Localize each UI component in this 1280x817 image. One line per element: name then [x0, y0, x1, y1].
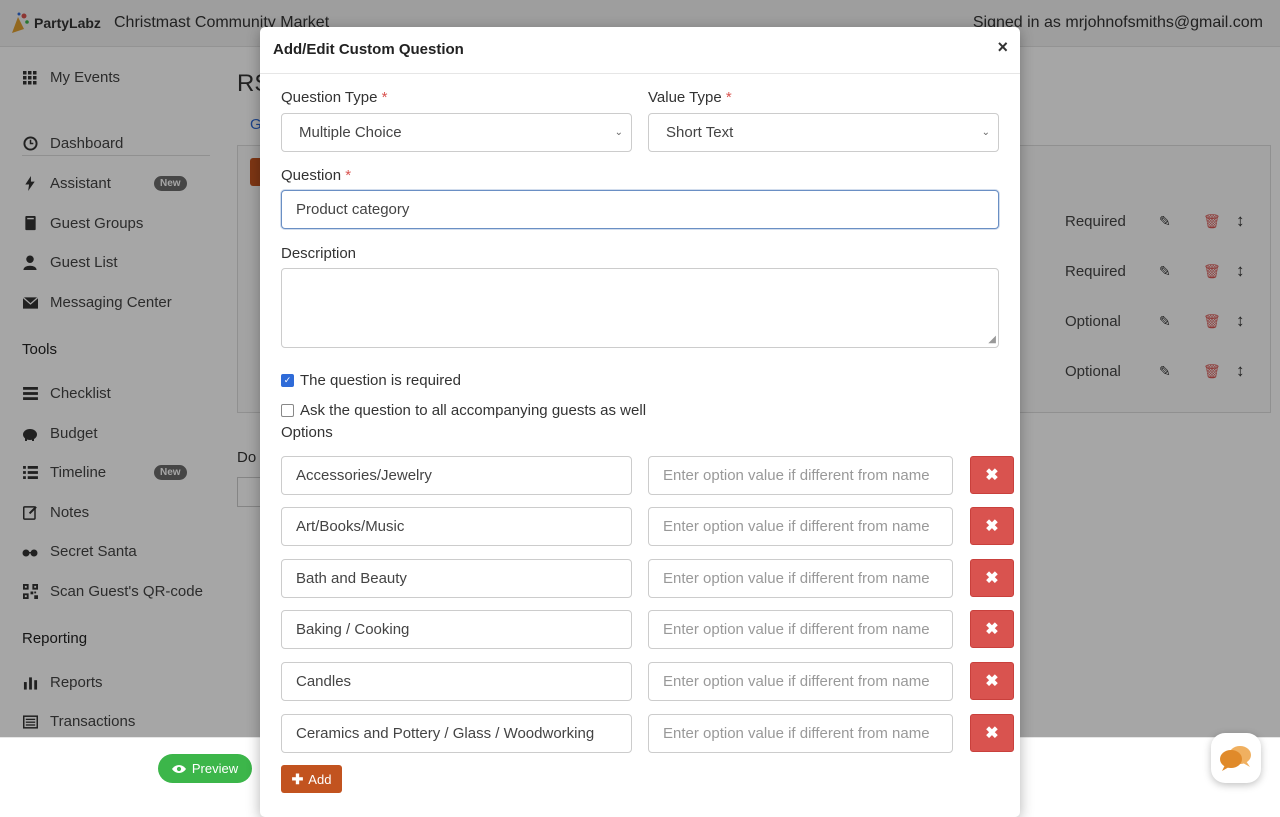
- custom-question-modal: Add/Edit Custom Question × Question Type…: [260, 27, 1020, 817]
- options-label: Options: [281, 424, 333, 441]
- option-name-input[interactable]: Candles: [281, 662, 632, 701]
- required-checkbox-row[interactable]: ✓ The question is required: [281, 372, 461, 389]
- option-value-input[interactable]: Enter option value if different from nam…: [648, 559, 953, 598]
- remove-option-button[interactable]: ✖: [970, 456, 1014, 494]
- option-value-input[interactable]: Enter option value if different from nam…: [648, 610, 953, 649]
- required-checkbox[interactable]: ✓: [281, 374, 294, 387]
- required-mark: *: [381, 89, 388, 106]
- option-value-input[interactable]: Enter option value if different from nam…: [648, 662, 953, 701]
- eye-icon: [171, 764, 186, 773]
- value-type-value: Short Text: [666, 124, 734, 141]
- value-type-label: Value Type *: [648, 89, 732, 106]
- question-input[interactable]: Product category: [281, 190, 999, 229]
- close-icon: ✖: [985, 467, 999, 484]
- question-type-value: Multiple Choice: [299, 124, 402, 141]
- add-option-label: Add: [308, 771, 332, 787]
- option-name-input[interactable]: Accessories/Jewelry: [281, 456, 632, 495]
- close-icon: ✖: [985, 518, 999, 535]
- option-name-input[interactable]: Ceramics and Pottery / Glass / Woodworki…: [281, 714, 632, 753]
- option-value-input[interactable]: Enter option value if different from nam…: [648, 456, 953, 495]
- close-icon: ✖: [985, 621, 999, 638]
- modal-title: Add/Edit Custom Question: [273, 41, 464, 58]
- question-type-label: Question Type *: [281, 89, 387, 106]
- value-type-select[interactable]: Short Text ⌄: [648, 113, 999, 152]
- option-name-input[interactable]: Bath and Beauty: [281, 559, 632, 598]
- option-value-input[interactable]: Enter option value if different from nam…: [648, 507, 953, 546]
- accompanying-checkbox-label: Ask the question to all accompanying gue…: [300, 402, 647, 419]
- remove-option-button[interactable]: ✖: [970, 610, 1014, 648]
- remove-option-button[interactable]: ✖: [970, 714, 1014, 752]
- close-icon: ✖: [985, 673, 999, 690]
- modal-header: Add/Edit Custom Question ×: [260, 27, 1020, 74]
- close-icon: ✖: [985, 725, 999, 742]
- chat-bubbles-icon: [1220, 746, 1251, 771]
- accompanying-checkbox[interactable]: [281, 404, 294, 417]
- question-label-text: Question: [281, 167, 342, 184]
- resize-handle-icon[interactable]: ◢: [988, 334, 996, 345]
- required-mark: *: [725, 89, 732, 106]
- remove-option-button[interactable]: ✖: [970, 559, 1014, 597]
- chevron-down-icon: ⌄: [981, 127, 990, 138]
- preview-label: Preview: [191, 761, 239, 776]
- option-value-input[interactable]: Enter option value if different from nam…: [648, 714, 953, 753]
- option-name-input[interactable]: Art/Books/Music: [281, 507, 632, 546]
- option-name-input[interactable]: Baking / Cooking: [281, 610, 632, 649]
- description-textarea[interactable]: ◢: [281, 268, 999, 348]
- remove-option-button[interactable]: ✖: [970, 507, 1014, 545]
- chat-widget-button[interactable]: [1211, 733, 1261, 783]
- chevron-down-icon: ⌄: [614, 127, 623, 138]
- close-icon: ✖: [985, 570, 999, 587]
- question-type-select[interactable]: Multiple Choice ⌄: [281, 113, 632, 152]
- question-label: Question *: [281, 167, 351, 184]
- remove-option-button[interactable]: ✖: [970, 662, 1014, 700]
- required-mark: *: [345, 167, 352, 184]
- question-type-label-text: Question Type: [281, 89, 378, 106]
- description-label: Description: [281, 245, 357, 262]
- required-checkbox-label: The question is required: [300, 372, 461, 389]
- close-icon[interactable]: ×: [997, 37, 1008, 58]
- value-type-label-text: Value Type: [648, 89, 722, 106]
- plus-icon: ✚: [291, 770, 304, 787]
- accompanying-checkbox-row[interactable]: Ask the question to all accompanying gue…: [281, 402, 646, 419]
- add-option-button[interactable]: ✚ Add: [281, 765, 342, 793]
- preview-button[interactable]: Preview: [158, 754, 252, 783]
